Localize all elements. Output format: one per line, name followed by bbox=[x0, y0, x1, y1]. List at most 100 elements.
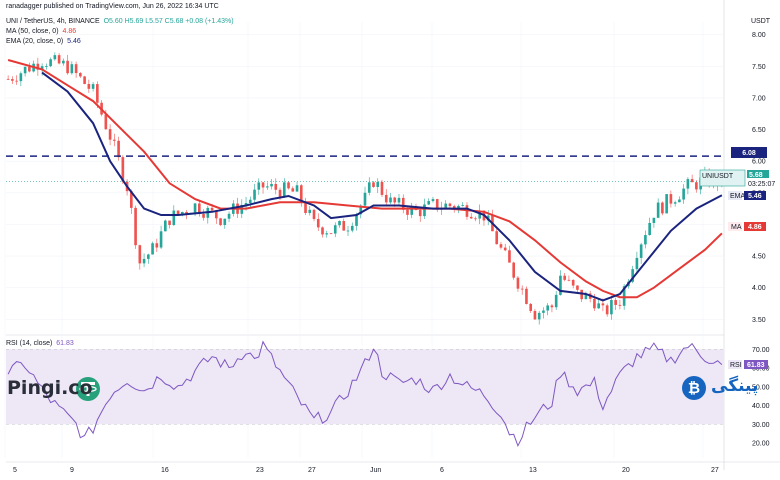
candle-body bbox=[665, 194, 668, 214]
candle-body bbox=[321, 227, 324, 235]
candle-body bbox=[537, 312, 541, 320]
candle-body bbox=[168, 220, 171, 226]
candle-body bbox=[113, 139, 116, 141]
rsi-tick-label: 20.00 bbox=[752, 441, 770, 448]
candle-body bbox=[686, 179, 690, 189]
candle-body bbox=[325, 233, 329, 235]
candle-body bbox=[678, 199, 681, 203]
time-tick-label: Jun bbox=[370, 467, 381, 474]
candle-body bbox=[406, 209, 409, 215]
resistance-tag: 6.08 bbox=[742, 150, 756, 157]
candle-body bbox=[91, 84, 95, 89]
rsi-tick-label: 40.00 bbox=[752, 403, 770, 410]
ema-value-tag: 5.46 bbox=[748, 193, 762, 200]
candle-body bbox=[104, 114, 108, 130]
candle-body bbox=[563, 275, 566, 280]
candle-body bbox=[427, 201, 431, 205]
candle-body bbox=[219, 218, 222, 225]
candle-body bbox=[164, 220, 167, 232]
candle-body bbox=[512, 262, 516, 278]
candle-body bbox=[274, 183, 278, 190]
candle-body bbox=[210, 207, 214, 211]
ma-legend-label: MA (50, close, 0) bbox=[6, 28, 59, 35]
candle-body bbox=[227, 213, 231, 219]
candle-body bbox=[593, 298, 596, 309]
ema-tag: EMA bbox=[730, 193, 746, 200]
candle-body bbox=[376, 182, 380, 187]
candle-body bbox=[520, 288, 524, 290]
candle-body bbox=[444, 203, 448, 208]
candle-body bbox=[83, 76, 86, 84]
symbol-line: UNI / TetherUS, 4h, BINANCE O5.60 H5.69 … bbox=[6, 18, 234, 25]
candle-body bbox=[57, 55, 61, 64]
candle-body bbox=[53, 55, 57, 60]
candle-body bbox=[79, 73, 82, 77]
candle-body bbox=[159, 231, 163, 248]
rsi-band bbox=[6, 349, 724, 425]
candle-body bbox=[469, 216, 473, 219]
price-tick-label: 4.00 bbox=[752, 285, 766, 292]
candle-body bbox=[669, 194, 673, 204]
candle-body bbox=[639, 244, 643, 258]
candle-body bbox=[248, 199, 252, 203]
price-tick-label: 7.50 bbox=[752, 64, 766, 71]
candle-body bbox=[474, 218, 477, 220]
candle-body bbox=[291, 188, 295, 192]
candle-body bbox=[516, 277, 520, 289]
candle-body bbox=[546, 305, 550, 311]
candle-body bbox=[15, 80, 18, 82]
price-tick-label: 6.00 bbox=[752, 159, 766, 166]
candle-body bbox=[448, 203, 452, 207]
candle-body bbox=[372, 182, 375, 187]
candle-body bbox=[278, 189, 282, 198]
candle-body bbox=[6, 78, 10, 80]
candle-body bbox=[155, 243, 159, 248]
candle-body bbox=[316, 219, 320, 228]
candle-body bbox=[338, 221, 341, 226]
candle-body bbox=[176, 210, 180, 215]
candle-body bbox=[342, 221, 346, 231]
candle-body bbox=[397, 197, 401, 203]
candle-body bbox=[295, 185, 299, 192]
candle-body bbox=[66, 60, 69, 74]
candle-body bbox=[635, 257, 639, 270]
candle-body bbox=[384, 194, 388, 203]
candle-body bbox=[499, 244, 503, 248]
candle-body bbox=[652, 217, 656, 223]
chart-canvas: 8.007.507.006.506.005.505.004.504.003.50… bbox=[0, 0, 780, 480]
candle-body bbox=[601, 303, 605, 306]
symbol-title: UNI / TetherUS, 4h, BINANCE bbox=[6, 18, 100, 25]
candle-body bbox=[142, 258, 146, 264]
rsi-value-tag: 61.83 bbox=[747, 362, 765, 369]
candle-body bbox=[618, 304, 622, 306]
rsi-legend-label: RSI (14, close) bbox=[6, 340, 53, 347]
candle-body bbox=[147, 254, 150, 259]
candle-body bbox=[261, 182, 265, 188]
candle-body bbox=[393, 197, 397, 203]
price-tick-label: 6.50 bbox=[752, 127, 766, 134]
candle-body bbox=[656, 202, 660, 218]
candle-body bbox=[673, 202, 677, 204]
candle-body bbox=[172, 210, 176, 226]
ohlc-values: O5.60 H5.69 L5.57 C5.68 +0.08 (+1.43%) bbox=[103, 18, 234, 25]
price-tick-label: 8.00 bbox=[752, 32, 766, 39]
candle-body bbox=[682, 188, 685, 200]
candle-body bbox=[49, 59, 52, 67]
price-tick-label: 4.50 bbox=[752, 254, 766, 261]
price-tick-label: 7.00 bbox=[752, 95, 766, 102]
candle-body bbox=[495, 231, 499, 245]
candle-body bbox=[508, 250, 511, 263]
rsi-tick-label: 70.00 bbox=[752, 347, 770, 354]
candle-body bbox=[270, 183, 273, 187]
ma-value-tag: 4.86 bbox=[748, 224, 762, 231]
candle-body bbox=[108, 129, 112, 140]
candle-body bbox=[423, 204, 426, 217]
candle-body bbox=[223, 218, 227, 225]
candle-body bbox=[648, 222, 651, 236]
candle-body bbox=[308, 209, 312, 214]
candle-body bbox=[134, 207, 137, 246]
candle-body bbox=[554, 294, 558, 308]
candle-body bbox=[571, 279, 575, 286]
candle-body bbox=[70, 64, 74, 74]
rsi-tick-label: 30.00 bbox=[752, 422, 770, 429]
